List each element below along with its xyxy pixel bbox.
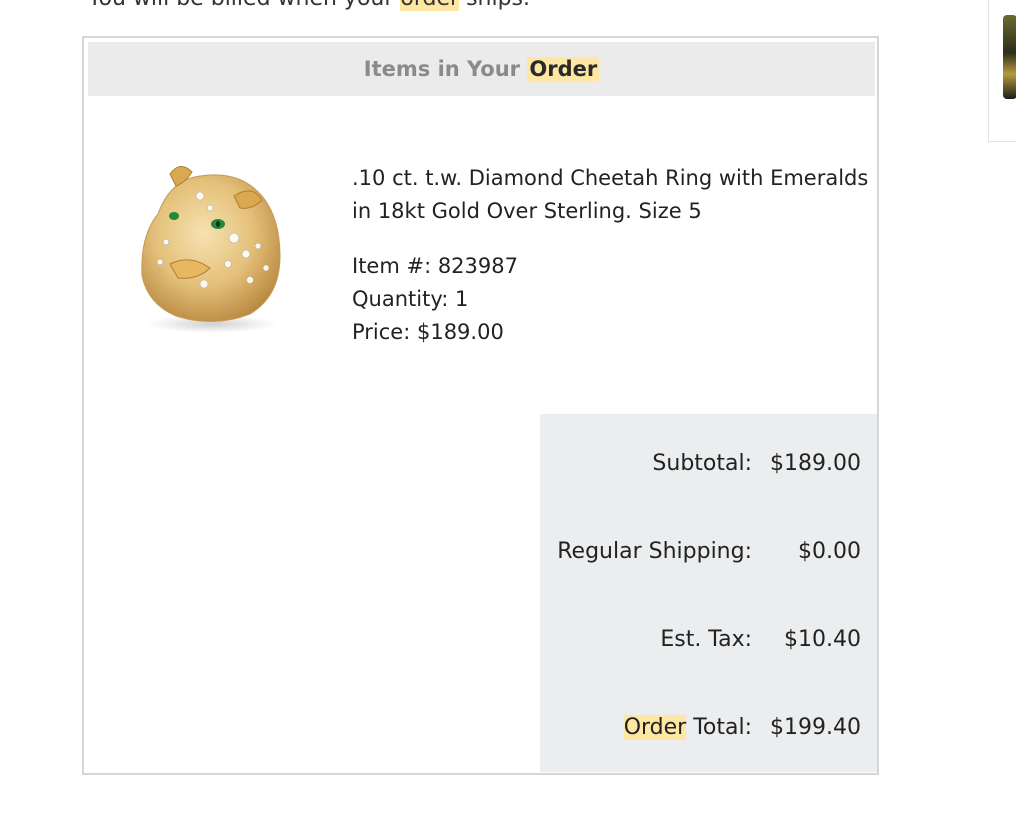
order-total-label-rest: Total: xyxy=(686,715,753,740)
subtotal-row: Subtotal: $189.00 xyxy=(652,451,861,476)
cheetah-ring-image[interactable] xyxy=(130,156,290,336)
order-total-label: Order Total: xyxy=(623,715,753,740)
billing-notice-after: ships. xyxy=(459,0,530,11)
shipping-value: $0.00 xyxy=(798,539,861,564)
subtotal-label: Subtotal: xyxy=(652,451,753,476)
order-total-row: Order Total: $199.40 xyxy=(623,715,861,740)
order-items-header: Items in Your Order xyxy=(88,42,875,96)
product-meta: Item #: 823987 Quantity: 1 Price: $189.0… xyxy=(352,250,872,349)
tax-label: Est. Tax: xyxy=(660,627,753,652)
order-items-panel: Items in Your Order .10 ct. t.w. Diamond… xyxy=(82,36,879,775)
shipping-row: Regular Shipping: $0.00 xyxy=(557,539,861,564)
order-total-label-highlight: Order xyxy=(623,715,687,740)
product-title[interactable]: .10 ct. t.w. Diamond Cheetah Ring with E… xyxy=(352,162,872,228)
order-totals: Subtotal: $189.00 Regular Shipping: $0.0… xyxy=(540,414,877,772)
billing-notice-before: You will be billed when your xyxy=(88,0,400,11)
item-quantity: Quantity: 1 xyxy=(352,287,469,311)
billing-notice-highlight: order xyxy=(400,0,460,11)
order-total-value: $199.40 xyxy=(770,715,861,740)
item-number: Item #: 823987 xyxy=(352,254,518,278)
tax-value: $10.40 xyxy=(784,627,861,652)
ring-illustration xyxy=(141,166,281,333)
order-header-prefix: Items in Your xyxy=(363,57,528,81)
order-header-highlight: Order xyxy=(527,57,600,81)
subtotal-value: $189.00 xyxy=(770,451,861,476)
shipping-label: Regular Shipping: xyxy=(557,539,753,564)
billing-notice: You will be billed when your order ships… xyxy=(88,0,530,11)
side-product-thumbnail[interactable] xyxy=(988,0,1016,142)
item-price: Price: $189.00 xyxy=(352,320,504,344)
tax-row: Est. Tax: $10.40 xyxy=(660,627,861,652)
product-details: .10 ct. t.w. Diamond Cheetah Ring with E… xyxy=(352,162,872,349)
thumbnail-image xyxy=(1003,15,1016,99)
